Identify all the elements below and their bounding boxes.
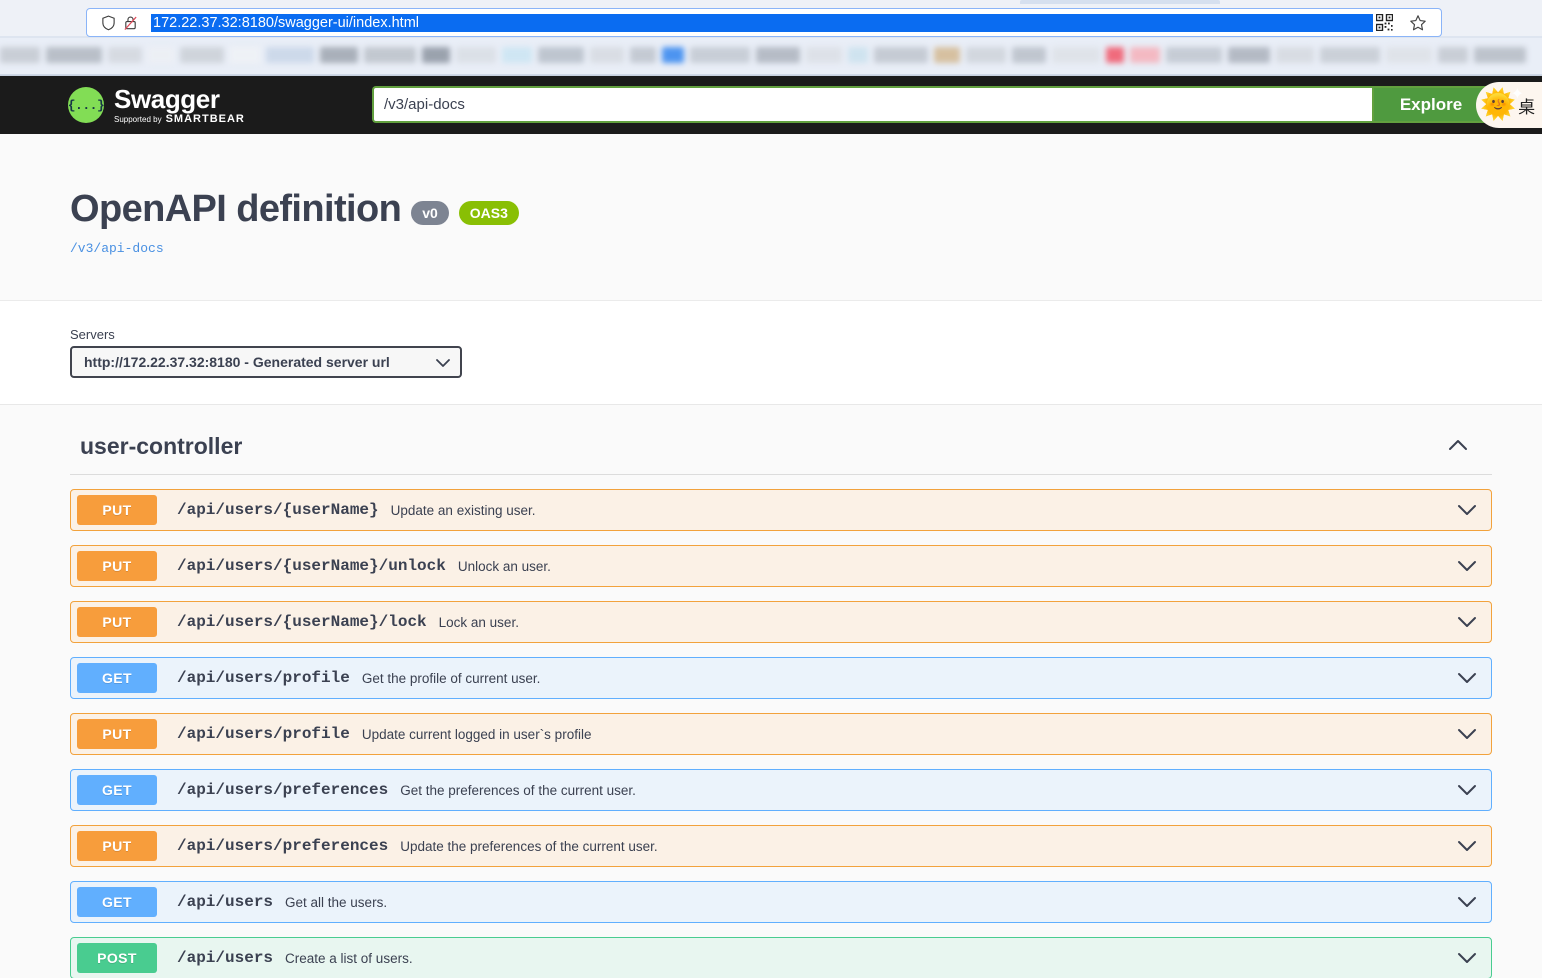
chevron-down-icon[interactable] <box>1457 560 1491 572</box>
desktop-assistant-overlay[interactable]: 🌞 桌 ✦ <box>1476 82 1542 128</box>
sparkle-icon: ✦ <box>1510 86 1524 103</box>
swagger-logo-glyph: {...} <box>67 97 105 113</box>
method-badge: PUT <box>77 607 157 637</box>
chevron-down-icon[interactable] <box>1457 840 1491 852</box>
operation-path: /api/users/{userName}/lock <box>177 613 427 631</box>
swagger-logo-subtitle-brand: SMARTBEAR <box>165 112 245 125</box>
operation-row[interactable]: GET/api/users/preferences Get the prefere… <box>70 769 1492 811</box>
operation-summary: Get the profile of current user. <box>361 670 541 686</box>
operation-summary: Get all the users. <box>285 894 388 910</box>
chevron-down-icon[interactable] <box>1457 672 1491 684</box>
qr-code-icon[interactable] <box>1373 13 1395 33</box>
server-select[interactable]: http://172.22.37.32:8180 - Generated ser… <box>70 346 462 378</box>
explore-button[interactable]: Explore <box>1372 86 1490 123</box>
operation-summary: Lock an user. <box>438 614 519 630</box>
bookmarks-blurred-content <box>0 42 1542 68</box>
operation-row[interactable]: POST/api/users Create a list of users. <box>70 937 1492 978</box>
chevron-down-icon[interactable] <box>1457 784 1491 796</box>
chevron-down-icon[interactable] <box>1457 728 1491 740</box>
method-badge: PUT <box>77 719 157 749</box>
operation-summary: Update the preferences of the current us… <box>400 838 658 854</box>
api-definition-url-input[interactable] <box>372 86 1372 123</box>
method-badge: PUT <box>77 495 157 525</box>
chevron-down-icon[interactable] <box>1457 952 1491 964</box>
star-icon[interactable] <box>1407 13 1429 33</box>
swagger-topbar: {...} Swagger Supported by SMARTBEAR Exp… <box>0 76 1542 134</box>
method-badge: PUT <box>77 551 157 581</box>
operation-path: /api/users/{userName}/unlock <box>177 557 446 575</box>
shield-icon[interactable] <box>97 13 119 33</box>
method-badge: PUT <box>77 831 157 861</box>
lock-disabled-icon[interactable] <box>119 13 141 33</box>
operation-row[interactable]: PUT/api/users/profile Update current logg… <box>70 713 1492 755</box>
swagger-logo[interactable]: {...} Swagger Supported by SMARTBEAR <box>68 86 245 125</box>
api-info-section: OpenAPI definition v0 OAS3 /v3/api-docs <box>0 134 1542 301</box>
operation-row[interactable]: PUT/api/users/preferences Update the pref… <box>70 825 1492 867</box>
operation-summary: Update current logged in user`s profile <box>361 726 592 742</box>
browser-chrome: 172.22.37.32:8180/swagger-ui/index.html <box>0 0 1542 76</box>
chevron-down-icon[interactable] <box>1457 504 1491 516</box>
tag-section-header-user-controller[interactable]: user-controller <box>70 433 1492 475</box>
operation-path: /api/users/profile <box>177 725 350 743</box>
oas-badge: OAS3 <box>458 200 519 225</box>
method-badge: GET <box>77 775 157 805</box>
page-title: OpenAPI definition <box>70 188 402 230</box>
swagger-logo-subtitle-prefix: Supported by <box>114 114 162 124</box>
operation-path: /api/users/preferences <box>177 837 389 855</box>
operation-summary: Create a list of users. <box>285 950 413 966</box>
operation-summary: Update an existing user. <box>390 502 536 518</box>
operation-path: /api/users <box>177 893 274 911</box>
tag-name: user-controller <box>80 433 243 459</box>
operation-row[interactable]: GET/api/users Get all the users. <box>70 881 1492 923</box>
operation-path: /api/users/profile <box>177 669 350 687</box>
servers-section: Servers http://172.22.37.32:8180 - Gener… <box>0 301 1542 405</box>
swagger-logo-title: Swagger <box>114 83 220 114</box>
url-bar[interactable]: 172.22.37.32:8180/swagger-ui/index.html <box>86 8 1442 37</box>
servers-label: Servers <box>70 327 115 342</box>
browser-tab-edge[interactable] <box>1020 0 1220 4</box>
method-badge: GET <box>77 663 157 693</box>
url-text[interactable]: 172.22.37.32:8180/swagger-ui/index.html <box>151 13 1373 32</box>
operation-path: /api/users <box>177 949 274 967</box>
bookmarks-bar[interactable] <box>0 38 1542 76</box>
api-docs-link[interactable]: /v3/api-docs <box>70 241 1542 256</box>
operation-row[interactable]: GET/api/users/profile Get the profile of … <box>70 657 1492 699</box>
operations-area: user-controller PUT/api/users/{userName}… <box>0 405 1542 978</box>
method-badge: GET <box>77 887 157 917</box>
operation-row[interactable]: PUT/api/users/{userName}/lock Lock an use… <box>70 601 1492 643</box>
method-badge: POST <box>77 943 157 973</box>
chevron-down-icon[interactable] <box>1457 896 1491 908</box>
swagger-braces-icon: {...} <box>67 87 105 123</box>
operations-list: PUT/api/users/{userName} Update an existi… <box>70 489 1492 978</box>
operation-summary: Unlock an user. <box>457 558 551 574</box>
chevron-up-icon[interactable] <box>1448 438 1492 456</box>
operation-row[interactable]: PUT/api/users/{userName} Update an existi… <box>70 489 1492 531</box>
version-badge: v0 <box>411 200 449 225</box>
operation-summary: Get the preferences of the current user. <box>400 782 636 798</box>
chevron-down-icon[interactable] <box>1457 616 1491 628</box>
operation-path: /api/users/preferences <box>177 781 389 799</box>
explore-form: Explore <box>372 86 1490 123</box>
operation-row[interactable]: PUT/api/users/{userName}/unlock Unlock an… <box>70 545 1492 587</box>
operation-path: /api/users/{userName} <box>177 501 379 519</box>
